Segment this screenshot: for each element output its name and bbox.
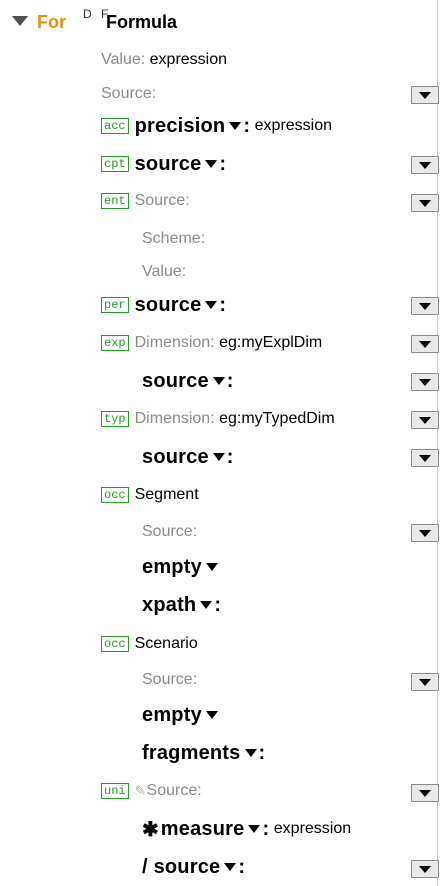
acc-badge: acc — [101, 118, 129, 134]
typ-source-row: source : — [142, 445, 234, 468]
exp-source-row: source : — [142, 369, 234, 392]
multiply-icon: ✱ — [142, 818, 159, 841]
divide-icon: / — [142, 855, 148, 878]
scenario-empty-caret-icon[interactable] — [205, 711, 218, 719]
segment-occ-badge: occ — [101, 487, 129, 503]
formula-header-row: For D F Formula — [0, 4, 437, 40]
uni-measure-value[interactable]: expression — [274, 820, 351, 838]
formula-label: Formula — [106, 11, 178, 32]
per-source-row: per source : — [101, 287, 401, 323]
value-label: Value: — [101, 51, 146, 68]
segment-row: occ Segment — [101, 477, 401, 513]
collapse-toggle-icon[interactable] — [12, 16, 28, 26]
ent-scheme-row: Scheme: — [142, 221, 402, 257]
scenario-source-dropdown[interactable] — [411, 673, 439, 691]
exp-dimension-label: Dimension: — [134, 334, 215, 351]
scenario-fragments-row: fragments : — [142, 741, 266, 764]
precision-caret-icon[interactable] — [229, 122, 242, 130]
per-source-label: source — [134, 293, 202, 316]
exp-source-caret-icon[interactable] — [212, 377, 225, 385]
segment-source-row: Source: — [142, 514, 402, 550]
value-row: Value: expression — [101, 42, 401, 78]
ent-value-label: Value: — [142, 263, 187, 280]
segment-source-dropdown[interactable] — [411, 524, 439, 542]
source-row: Source: — [101, 76, 401, 112]
typ-source-caret-icon[interactable] — [212, 453, 225, 461]
scenario-occ-badge: occ — [101, 636, 129, 652]
segment-xpath-label: xpath — [142, 593, 197, 616]
typ-dimension-label: Dimension: — [134, 410, 215, 427]
cpt-source-row: cpt source : — [101, 146, 401, 182]
uni-source2-dropdown[interactable] — [411, 860, 439, 878]
uni-source-dropdown[interactable] — [411, 784, 439, 802]
pencil-icon[interactable]: ✎ — [135, 783, 146, 799]
segment-xpath-row: xpath : — [142, 593, 222, 616]
exp-dimension-dropdown[interactable] — [411, 335, 439, 353]
typ-dimension-dropdown[interactable] — [411, 411, 439, 429]
value-expression[interactable]: expression — [150, 51, 227, 69]
exp-dimension-value[interactable]: eg:myExplDim — [219, 334, 322, 352]
for-label: For — [37, 11, 66, 32]
exp-source-label: source — [142, 369, 209, 392]
per-source-dropdown[interactable] — [411, 297, 439, 315]
precision-value[interactable]: expression — [255, 117, 332, 135]
segment-xpath-caret-icon[interactable] — [200, 601, 213, 609]
typ-row: typ Dimension: eg:myTypedDim — [101, 401, 411, 437]
precision-label: precision — [134, 114, 226, 137]
scenario-fragments-caret-icon[interactable] — [244, 749, 257, 757]
uni-badge: uni — [101, 783, 129, 799]
formula-tree-panel: For D F Formula Value: expression Source… — [0, 0, 439, 886]
cpt-badge: cpt — [101, 156, 129, 172]
per-source-caret-icon[interactable] — [205, 301, 218, 309]
exp-row: exp Dimension: eg:myExplDim — [101, 325, 411, 361]
uni-source2-label: source — [153, 855, 221, 878]
source-dropdown[interactable] — [411, 86, 439, 104]
precision-row: acc precision : expression — [101, 108, 411, 144]
per-badge: per — [101, 297, 129, 313]
segment-label: Segment — [134, 486, 199, 503]
ent-value-row: Value: — [142, 254, 402, 290]
ent-row: ent Source: — [101, 183, 401, 219]
typ-source-dropdown[interactable] — [411, 449, 439, 467]
exp-source-dropdown[interactable] — [411, 373, 439, 391]
exp-badge: exp — [101, 335, 129, 351]
ent-badge: ent — [101, 193, 129, 209]
uni-measure-caret-icon[interactable] — [248, 825, 261, 833]
ent-scheme-label: Scheme: — [142, 230, 206, 247]
segment-empty-label: empty — [142, 555, 202, 578]
cpt-source-label: source — [134, 152, 202, 175]
ent-source-label: Source: — [134, 192, 190, 209]
source-label: Source: — [101, 85, 157, 102]
scenario-label: Scenario — [134, 635, 198, 652]
segment-empty-caret-icon[interactable] — [205, 563, 218, 571]
uni-measure-row: ✱ measure : expression — [142, 817, 352, 841]
segment-source-label: Source: — [142, 523, 198, 540]
scenario-fragments-label: fragments — [142, 741, 241, 764]
scenario-source-label: Source: — [142, 671, 198, 688]
typ-dimension-value[interactable]: eg:myTypedDim — [219, 410, 335, 428]
scenario-empty-label: empty — [142, 703, 202, 726]
cpt-source-dropdown[interactable] — [411, 156, 439, 174]
uni-measure-label: measure — [160, 817, 245, 840]
cpt-source-caret-icon[interactable] — [205, 160, 218, 168]
typ-badge: typ — [101, 411, 129, 427]
uni-source2-row: / source : — [142, 855, 246, 878]
uni-source2-caret-icon[interactable] — [224, 863, 237, 871]
typ-source-label: source — [142, 445, 209, 468]
uni-source-label: Source: — [146, 782, 202, 799]
scenario-empty-row: empty — [142, 697, 402, 733]
scenario-row: occ Scenario — [101, 626, 401, 662]
ent-source-dropdown[interactable] — [411, 194, 439, 212]
segment-empty-row: empty — [142, 549, 402, 585]
scenario-source-row: Source: — [142, 662, 402, 698]
uni-row: uni ✎ Source: — [101, 773, 401, 809]
